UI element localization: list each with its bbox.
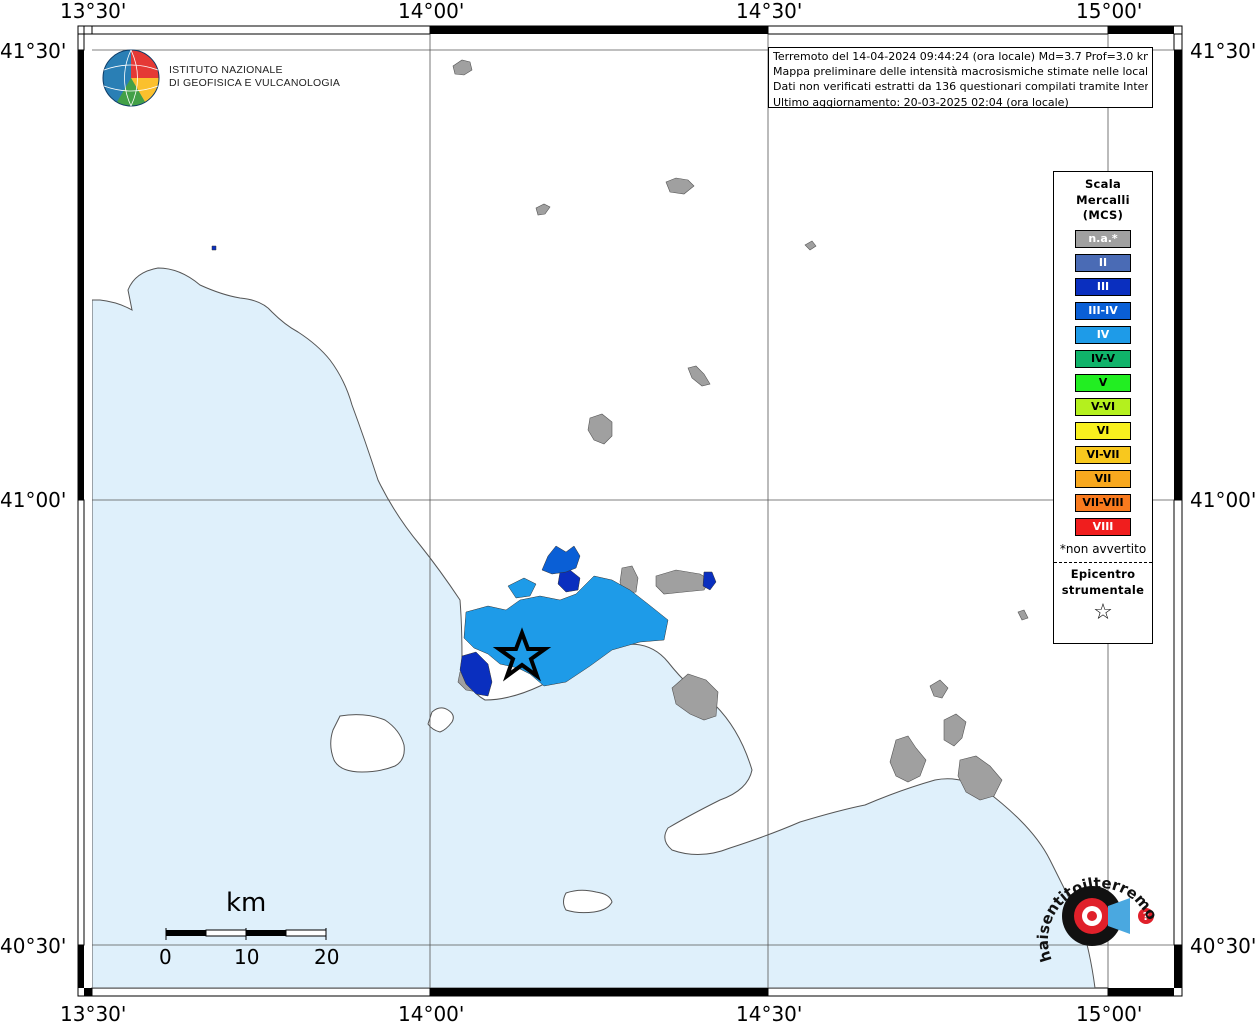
legend-item: IV: [1075, 325, 1131, 344]
scale-tick-0: 0: [159, 945, 172, 969]
label-top-1430: 14°30': [736, 0, 803, 23]
mcs-legend: Scala Mercalli (MCS) n.a.* II III III-IV IV I…: [1053, 171, 1153, 644]
legend-epicenter-line2: strumentale: [1061, 582, 1145, 597]
label-top-1500: 15°00': [1076, 0, 1143, 23]
label-bottom-1430: 14°30': [736, 1002, 803, 1026]
scale-tick-20: 20: [314, 945, 340, 969]
legend-item: II: [1075, 253, 1131, 272]
label-bottom-1330: 13°30': [60, 1002, 127, 1026]
legend-item: IV-V: [1075, 349, 1131, 368]
legend-item: VI: [1075, 421, 1131, 440]
legend-item: VII: [1075, 469, 1131, 488]
event-info-line3: Dati non verificati estratti da 136 ques…: [773, 80, 1148, 94]
label-left-4130: 41°30': [0, 39, 67, 63]
legend-item: VI-VII: [1075, 445, 1131, 464]
label-top-1330: 13°30': [60, 0, 127, 23]
event-info-line2: Mappa preliminare delle intensità macros…: [773, 65, 1148, 79]
ingv-line1: ISTITUTO NAZIONALE: [169, 64, 283, 76]
scale-unit: km: [226, 888, 267, 918]
legend-item: VII-VIII: [1075, 493, 1131, 512]
legend-title: Scala Mercalli (MCS): [1054, 177, 1152, 224]
label-top-1400: 14°00': [398, 0, 465, 23]
label-right-4030: 40°30': [1190, 934, 1255, 958]
event-info-box: Terremoto del 14-04-2024 09:44:24 (ora l…: [768, 47, 1153, 109]
legend-item: n.a.*: [1075, 229, 1131, 248]
watermark-text-svg: haisentitoilterremoto.it: [1030, 850, 1161, 964]
watermark-text: haisentitoilterremoto.it: [1030, 850, 1161, 964]
label-bottom-1400: 14°00': [398, 1002, 465, 1026]
legend-item: V-VI: [1075, 397, 1131, 416]
legend-title-line1: Scala: [1084, 177, 1122, 191]
watermark-textpath: haisentitoilterremoto.it: [1030, 850, 1161, 964]
event-info-line1: Terremoto del 14-04-2024 09:44:24 (ora l…: [773, 50, 1148, 63]
label-left-4030: 40°30': [0, 934, 67, 958]
ingv-name: ISTITUTO NAZIONALE DI GEOFISICA E VULCAN…: [169, 64, 340, 90]
label-right-4130: 41°30': [1190, 39, 1255, 63]
legend-item: V: [1075, 373, 1131, 392]
legend-item: VIII: [1075, 517, 1131, 536]
ingv-logo: [102, 49, 160, 107]
legend-items: n.a.* II III III-IV IV IV-V V V-VI VI VI-VII VII VI…: [1054, 229, 1152, 536]
legend-epicenter-label: Epicentro strumentale: [1054, 566, 1152, 598]
label-left-4100: 41°00': [0, 488, 67, 512]
scale-tick-10: 10: [234, 945, 260, 969]
legend-separator: [1054, 561, 1152, 563]
legend-star-icon: ☆: [1093, 599, 1113, 625]
legend-note: *non avvertito: [1059, 541, 1147, 556]
legend-epicenter-line1: Epicentro: [1070, 566, 1136, 581]
legend-item: III-IV: [1075, 301, 1131, 320]
legend-title-line2: Mercalli: [1076, 192, 1130, 207]
label-bottom-1500: 15°00': [1076, 1002, 1143, 1026]
legend-title-line3: (MCS): [1082, 208, 1124, 222]
ingv-line2: DI GEOFISICA E VULCANOLOGIA: [169, 77, 341, 89]
event-info-line4: Ultimo aggiornamento: 20-03-2025 02:04 (…: [773, 95, 1069, 109]
legend-item: III: [1075, 277, 1131, 296]
label-right-4100: 41°00': [1190, 488, 1255, 512]
